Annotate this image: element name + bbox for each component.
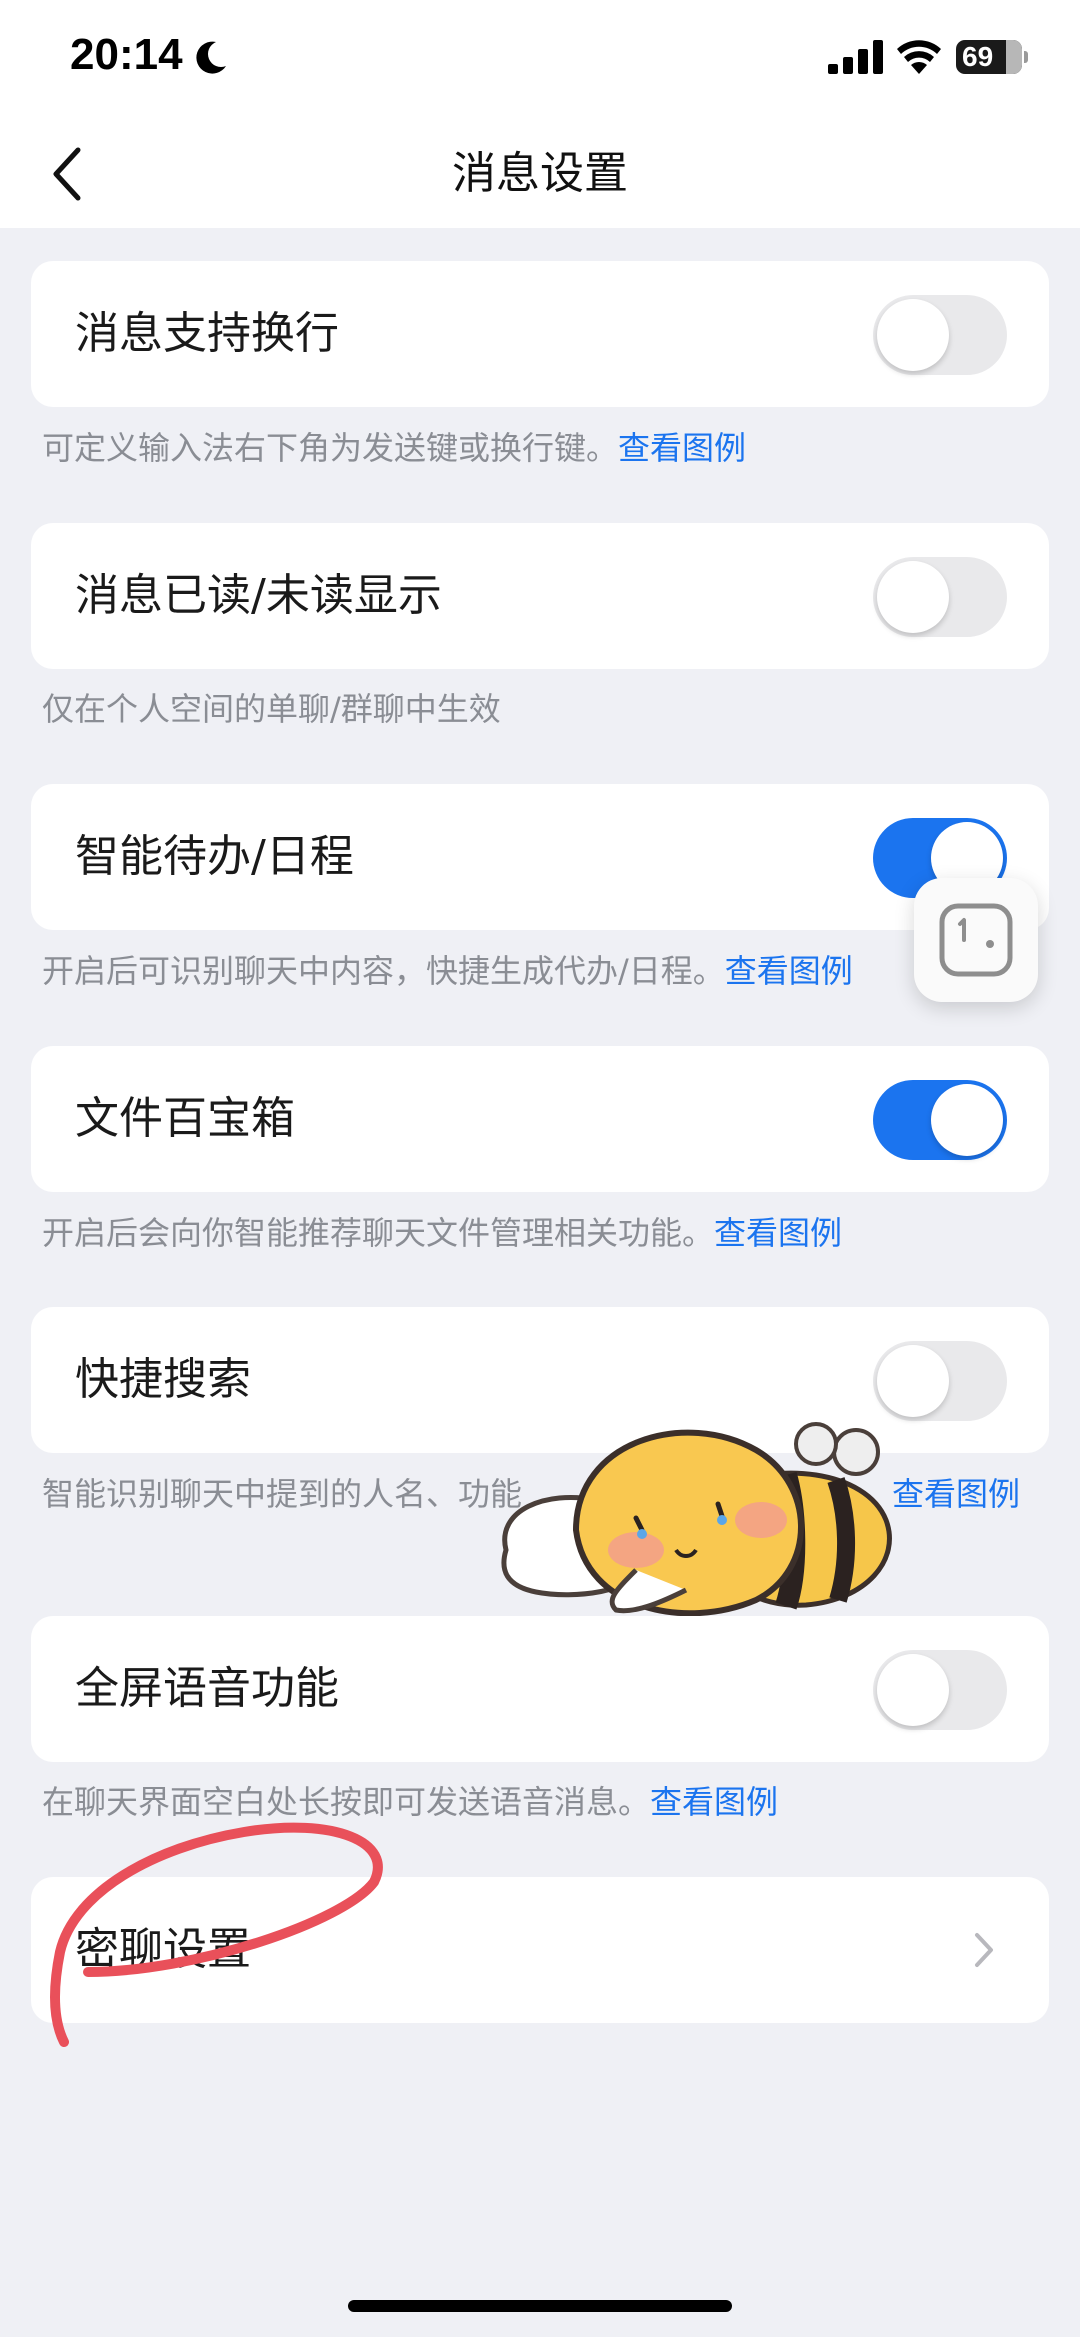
setting-label: 文件百宝箱 [75,1093,295,1144]
hint-text: 可定义输入法右下角为发送键或换行键。 [42,429,619,467]
setting-row-smart-todo: 智能待办/日程 [31,784,1049,930]
wifi-icon [897,40,941,74]
setting-label: 智能待办/日程 [75,831,354,882]
setting-hint: 可定义输入法右下角为发送键或换行键。查看图例 [42,423,1022,473]
file-box-toggle[interactable] [873,1080,1007,1160]
battery-empty-track [1006,40,1022,74]
floating-assistant-button[interactable] [914,878,1038,1002]
home-indicator[interactable] [348,2300,732,2312]
status-time: 20:14 [70,30,183,79]
setting-row-fullscreen-voice: 全屏语音功能 [31,1616,1049,1762]
moon-icon [196,41,226,74]
view-example-link[interactable]: 查看图例 [618,429,746,467]
view-example-link[interactable]: 查看图例 [892,1475,1020,1513]
hint-text: 智能识别聊天中提到的人名、功能 [42,1475,523,1513]
fullscreen-voice-toggle[interactable] [873,1650,1007,1730]
setting-row-file-box: 文件百宝箱 [31,1046,1049,1192]
secret-chat-settings-row[interactable]: 密聊设置 [31,1877,1049,2023]
secret-chat-label: 密聊设置 [75,1924,251,1975]
hint-text: 在聊天界面空白处长按即可发送语音消息。 [42,1783,651,1821]
setting-label: 快捷搜索 [75,1354,251,1405]
view-example-link[interactable]: 查看图例 [725,952,853,990]
chevron-right-icon [975,1933,993,1967]
view-example-link[interactable]: 查看图例 [650,1783,778,1821]
cellular-signal-icon [828,40,883,74]
setting-hint: 开启后可识别聊天中内容，快捷生成代办/日程。查看图例 [42,946,1022,996]
bee-sticker [501,1422,892,1617]
hint-text: 开启后可识别聊天中内容，快捷生成代办/日程。 [42,952,725,990]
battery-level: 69 [962,41,994,72]
view-example-link[interactable]: 查看图例 [714,1214,842,1252]
read-status-toggle[interactable] [873,557,1007,637]
line-break-toggle[interactable] [873,295,1007,375]
toggle-knob [877,299,949,371]
status-bar: 20:14 69 [0,0,1080,120]
setting-label: 全屏语音功能 [75,1663,339,1714]
setting-hint: 仅在个人空间的单聊/群聊中生效 [42,684,1022,734]
setting-label: 消息已读/未读显示 [75,570,442,621]
assistant-face-icon [939,903,1013,977]
nav-bar: 消息设置 [0,120,1080,228]
page-title: 消息设置 [452,148,628,199]
toggle-knob [877,1654,949,1726]
setting-row-message-line-break: 消息支持换行 [31,261,1049,407]
hint-text: 开启后会向你智能推荐聊天文件管理相关功能。 [42,1214,715,1252]
toggle-knob [877,561,949,633]
battery-icon: 69 [956,40,1028,74]
hint-text: 仅在个人空间的单聊/群聊中生效 [42,690,501,728]
toggle-knob [931,1084,1003,1156]
setting-hint: 在聊天界面空白处长按即可发送语音消息。查看图例 [42,1777,1022,1827]
setting-hint: 开启后会向你智能推荐聊天文件管理相关功能。查看图例 [42,1208,1022,1258]
setting-row-read-status: 消息已读/未读显示 [31,523,1049,669]
setting-label: 消息支持换行 [75,308,339,359]
